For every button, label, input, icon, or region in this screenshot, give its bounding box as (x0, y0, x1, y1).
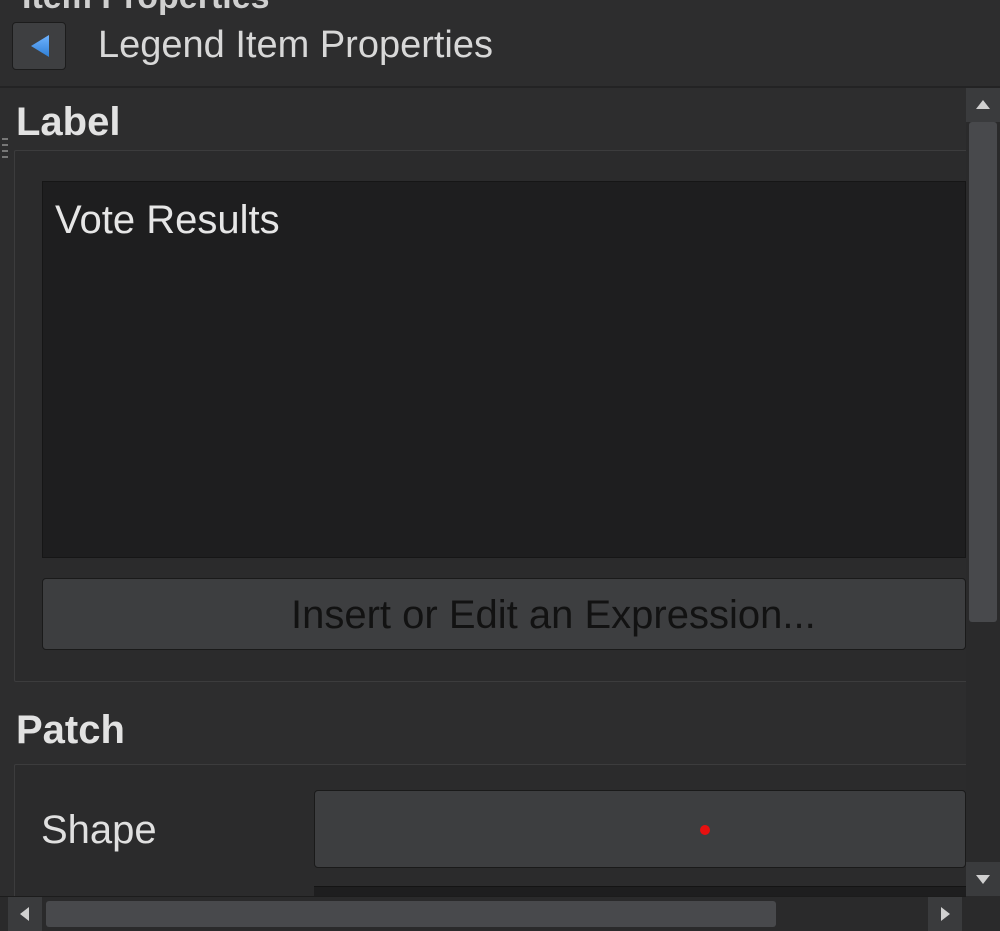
shape-label: Shape (41, 808, 157, 852)
label-text-area[interactable]: Vote Results (42, 181, 966, 558)
scroll-right-button[interactable] (928, 897, 962, 931)
arrow-down-icon (976, 875, 990, 884)
insert-expression-button[interactable]: Insert or Edit an Expression... (42, 578, 966, 650)
drag-handle[interactable] (2, 138, 10, 178)
scrollbar-corner (966, 896, 1000, 931)
scroll-left-button[interactable] (8, 897, 42, 931)
vertical-scrollbar[interactable] (966, 88, 1000, 896)
insert-expression-label: Insert or Edit an Expression... (291, 593, 816, 637)
triangle-left-icon (31, 35, 49, 57)
horizontal-scroll-thumb[interactable] (46, 901, 776, 927)
shape-selector-button[interactable] (314, 790, 966, 868)
parent-panel-title: Item Properties (22, 0, 270, 17)
header-divider (0, 86, 1000, 88)
arrow-right-icon (941, 907, 950, 921)
vertical-scroll-thumb[interactable] (969, 122, 997, 622)
panel-title: Legend Item Properties (98, 24, 494, 66)
scroll-up-button[interactable] (966, 88, 1000, 122)
label-text-value: Vote Results (55, 198, 280, 242)
patch-section-title: Patch (16, 708, 125, 752)
back-button[interactable] (12, 22, 66, 70)
arrow-up-icon (976, 100, 990, 109)
shape-marker-preview (700, 825, 710, 835)
scroll-down-button[interactable] (966, 862, 1000, 896)
horizontal-scrollbar[interactable] (0, 896, 966, 931)
arrow-left-icon (20, 907, 29, 921)
label-section-title: Label (16, 100, 121, 144)
